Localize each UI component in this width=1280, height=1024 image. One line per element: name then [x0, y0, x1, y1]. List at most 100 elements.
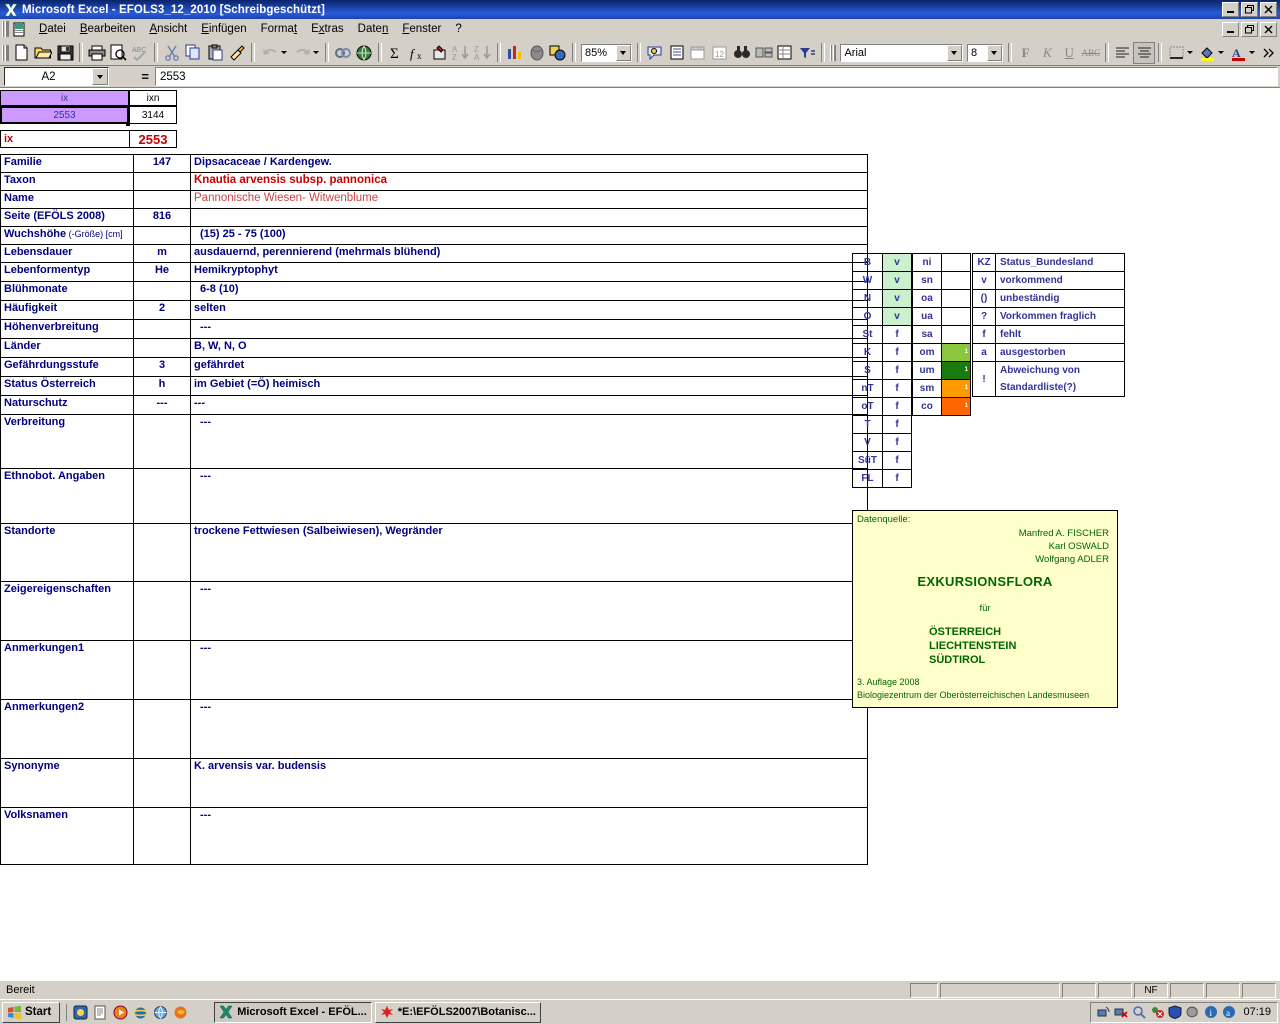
legend-row[interactable]: ni: [912, 253, 971, 272]
legend-row[interactable]: a ausgestorben: [972, 343, 1125, 362]
split-window-icon[interactable]: [753, 42, 775, 64]
legend-key[interactable]: B: [852, 253, 883, 272]
legend-row[interactable]: sa: [912, 325, 971, 344]
cut-scissors-icon[interactable]: [161, 42, 183, 64]
legend-row[interactable]: om 1: [912, 343, 971, 362]
strikethrough-button[interactable]: ABC: [1080, 42, 1102, 64]
legend-row[interactable]: oa: [912, 289, 971, 308]
row-label-cell[interactable]: Anmerkungen1: [0, 640, 134, 700]
row-label-cell[interactable]: Länder: [0, 338, 134, 358]
legend-row[interactable]: nT f: [852, 379, 912, 398]
row-code-cell[interactable]: [133, 807, 191, 865]
menu-item-bearbeiten[interactable]: Bearbeiten: [73, 21, 143, 37]
format-painter-icon[interactable]: [226, 42, 248, 64]
table-row[interactable]: Länder B, W, N, O: [0, 338, 868, 358]
menu-item-help[interactable]: ?: [448, 21, 468, 37]
row-value-cell[interactable]: ---: [190, 640, 868, 700]
table-row[interactable]: Ethnobot. Angaben ---: [0, 468, 868, 524]
open-folder-icon[interactable]: [32, 42, 54, 64]
row-code-cell[interactable]: [133, 319, 191, 339]
legend-value[interactable]: f: [882, 325, 912, 344]
row-code-cell[interactable]: [133, 468, 191, 524]
legend-key[interactable]: O: [852, 307, 883, 326]
magnifier-icon[interactable]: [1131, 1004, 1147, 1020]
print-preview-icon[interactable]: [108, 42, 130, 64]
row-label-cell[interactable]: Lebenformentyp: [0, 262, 134, 282]
table-row[interactable]: Seite (EFÖLS 2008) 816: [0, 208, 868, 227]
legend-key[interactable]: f: [972, 325, 996, 344]
copy-icon[interactable]: [183, 42, 205, 64]
legend-value[interactable]: v: [882, 289, 912, 308]
virus-scan-icon[interactable]: [1149, 1004, 1165, 1020]
map-icon[interactable]: [526, 42, 548, 64]
document-close-button[interactable]: [1260, 21, 1277, 37]
cell-header-ixn[interactable]: ixn: [129, 90, 177, 106]
font-size-combo[interactable]: 8: [966, 43, 1003, 62]
row-code-cell[interactable]: 816: [133, 208, 191, 227]
print-icon[interactable]: [86, 42, 108, 64]
row-label-cell[interactable]: Naturschutz: [0, 395, 134, 415]
list-icon[interactable]: [666, 42, 688, 64]
legend-value[interactable]: 1: [941, 397, 971, 416]
row-value-cell[interactable]: gefährdet: [190, 357, 868, 377]
legend-text[interactable]: fehlt: [995, 325, 1125, 344]
row-value-cell[interactable]: [190, 208, 868, 227]
italic-button[interactable]: K: [1036, 42, 1058, 64]
legend-key[interactable]: !: [972, 361, 996, 397]
row-code-cell[interactable]: 147: [133, 154, 191, 173]
row-value-cell[interactable]: (15) 25 - 75 (100): [190, 226, 868, 245]
legend-value[interactable]: f: [882, 469, 912, 488]
comment-icon[interactable]: [644, 42, 666, 64]
legend-row[interactable]: sm 1: [912, 379, 971, 398]
table-row[interactable]: Naturschutz --- ---: [0, 395, 868, 415]
paste-icon[interactable]: [204, 42, 226, 64]
row-value-cell[interactable]: ---: [190, 581, 868, 641]
save-disk-icon[interactable]: [54, 42, 76, 64]
info-icon[interactable]: i: [1203, 1004, 1219, 1020]
formula-equals-icon[interactable]: =: [109, 69, 155, 84]
row-label-cell[interactable]: Verbreitung: [0, 414, 134, 469]
row-label-cell[interactable]: Ethnobot. Angaben: [0, 468, 134, 524]
row-label-cell[interactable]: Synonyme: [0, 758, 134, 808]
row-code-cell[interactable]: [133, 640, 191, 700]
row-code-cell[interactable]: [133, 172, 191, 191]
legend-key[interactable]: oa: [912, 289, 942, 308]
insert-hyperlink-icon[interactable]: [332, 42, 354, 64]
table-row[interactable]: Standorte trockene Fettwiesen (Salbeiwies…: [0, 523, 868, 582]
notepad-icon[interactable]: [92, 1004, 109, 1021]
minimize-button[interactable]: [1222, 2, 1239, 17]
table-row[interactable]: Blühmonate 6-8 (10): [0, 281, 868, 301]
firefox-icon[interactable]: [172, 1004, 189, 1021]
legend-row[interactable]: um 1: [912, 361, 971, 380]
zoom-dropdown-arrow[interactable]: [615, 44, 631, 61]
legend-key[interactable]: T: [852, 415, 883, 434]
row-value-cell[interactable]: selten: [190, 300, 868, 320]
legend-value[interactable]: 1: [941, 361, 971, 380]
volume-icon[interactable]: [1185, 1004, 1201, 1020]
legend-text[interactable]: Abweichung von Standardliste(?): [995, 361, 1125, 397]
row-label-cell[interactable]: Häufigkeit: [0, 300, 134, 320]
row-value-cell[interactable]: ---: [190, 395, 868, 415]
row-label-cell[interactable]: Standorte: [0, 523, 134, 582]
legend-row[interactable]: sn: [912, 271, 971, 290]
legend-key[interactable]: ?: [972, 307, 996, 326]
bold-button[interactable]: F: [1015, 42, 1037, 64]
media-player-icon[interactable]: [112, 1004, 129, 1021]
web-toolbar-icon[interactable]: [354, 42, 376, 64]
selection-fill-handle[interactable]: [126, 122, 130, 126]
table-row[interactable]: Gefährdungsstufe 3 gefährdet: [0, 357, 868, 377]
menu-item-datei[interactable]: DDateiatei: [32, 21, 73, 37]
document-restore-button[interactable]: [1241, 21, 1258, 37]
row-code-cell[interactable]: He: [133, 262, 191, 282]
row-code-cell[interactable]: [133, 338, 191, 358]
font-name-dropdown-arrow[interactable]: [946, 44, 962, 61]
row-code-cell[interactable]: [133, 581, 191, 641]
legend-value[interactable]: f: [882, 397, 912, 416]
network-disconnect-icon[interactable]: [1113, 1004, 1129, 1020]
start-button[interactable]: Start: [2, 1001, 61, 1023]
legend-key[interactable]: St: [852, 325, 883, 344]
row-value-cell[interactable]: K. arvensis var. budensis: [190, 758, 868, 808]
name-box-dropdown-arrow[interactable]: [92, 68, 108, 85]
legend-row[interactable]: v vorkommend: [972, 271, 1125, 290]
row-label-cell[interactable]: Seite (EFÖLS 2008): [0, 208, 134, 227]
